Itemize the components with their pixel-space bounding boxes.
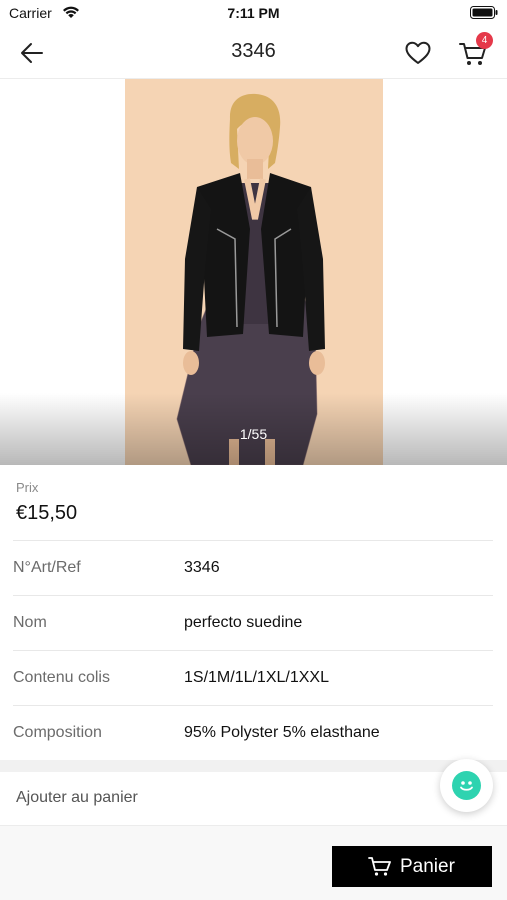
- detail-key: Composition: [13, 724, 102, 741]
- detail-value: 3346: [184, 559, 220, 576]
- detail-row-ref: N°Art/Ref 3346: [13, 540, 493, 596]
- nav-bar: 3346: [0, 28, 507, 79]
- detail-value: perfecto suedine: [184, 614, 303, 631]
- cart-icon: [368, 857, 391, 876]
- price-value: €15,50: [16, 502, 78, 524]
- chat-icon: [452, 771, 481, 800]
- heart-icon[interactable]: [404, 39, 432, 67]
- detail-value: 95% Polyster 5% elasthane: [184, 724, 380, 741]
- chat-button[interactable]: [440, 759, 493, 812]
- detail-row-package: Contenu colis 1S/1M/1L/1XL/1XXL: [13, 650, 493, 706]
- gallery-counter: 1/55: [239, 426, 268, 442]
- price-label: Prix: [16, 480, 39, 495]
- detail-row-composition: Composition 95% Polyster 5% elasthane: [13, 705, 493, 761]
- product-gallery[interactable]: 1/55: [0, 79, 507, 465]
- add-to-cart-label[interactable]: Ajouter au panier: [16, 789, 138, 807]
- section-divider: [0, 760, 507, 772]
- detail-key: Nom: [13, 614, 47, 631]
- status-bar: Carrier 7:11 PM: [0, 0, 507, 28]
- back-arrow-icon[interactable]: [18, 40, 46, 66]
- cart-button-label: Panier: [400, 856, 455, 877]
- battery-icon: [470, 6, 498, 19]
- status-time: 7:11 PM: [227, 5, 280, 21]
- detail-key: Contenu colis: [13, 669, 110, 686]
- bottom-bar: Panier: [0, 826, 507, 900]
- cart-button[interactable]: Panier: [332, 846, 492, 887]
- detail-key: N°Art/Ref: [13, 559, 81, 576]
- cart-count-badge: 4: [476, 32, 493, 49]
- detail-row-name: Nom perfecto suedine: [13, 595, 493, 651]
- detail-value: 1S/1M/1L/1XL/1XXL: [184, 669, 329, 686]
